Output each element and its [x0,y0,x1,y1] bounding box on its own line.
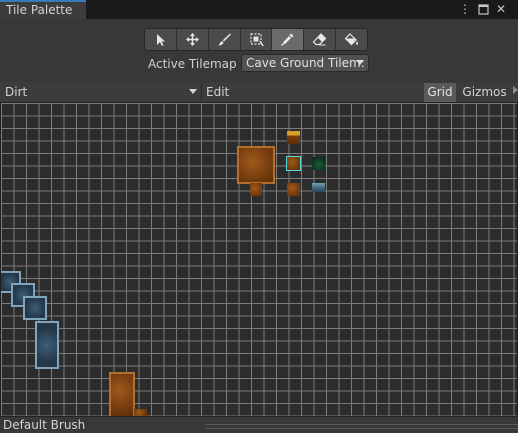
tile-dirt-corner[interactable] [134,409,147,416]
active-tilemap-value: Cave Ground Tilem: [246,56,365,70]
tile-stone[interactable] [312,183,325,192]
active-tilemap-label: Active Tilemap [148,57,237,71]
palette-dropdown-value: Dirt [5,85,28,99]
close-icon[interactable]: ✕ [494,1,508,17]
active-tilemap-dropdown[interactable]: Cave Ground Tilem: [241,54,369,72]
tile-dirt-column[interactable] [109,372,135,416]
brush-icon[interactable] [208,29,241,50]
tab-tile-palette[interactable]: Tile Palette [0,0,86,19]
move-icon[interactable] [176,29,209,50]
chevron-down-icon [356,60,364,65]
resize-handle-line [205,428,518,429]
paint-bucket-icon[interactable] [336,29,367,50]
tile-dirt-large[interactable] [237,146,275,184]
tile-water[interactable] [35,321,59,369]
tile-dirt-selected[interactable] [286,156,301,171]
box-fill-icon[interactable] [240,29,273,50]
tile-moss[interactable] [312,157,325,170]
chevron-right-icon[interactable] [513,86,518,94]
tool-toolbar [144,28,368,51]
gizmos-toggle[interactable]: Gizmos [457,83,512,102]
tile-palette-grid[interactable] [1,103,517,416]
tile-dirt-small[interactable] [287,183,300,196]
palette-dropdown[interactable]: Dirt [2,84,202,101]
tile-water[interactable] [23,296,47,320]
more-vert-icon[interactable]: ⋮ [458,1,472,17]
grid-toggle[interactable]: Grid [424,83,456,102]
eyedropper-icon[interactable] [272,29,305,50]
tile-grass-dirt[interactable] [287,131,300,144]
resize-handle[interactable] [205,424,518,425]
eraser-icon[interactable] [304,29,337,50]
select-arrow-icon[interactable] [145,29,177,50]
chevron-down-icon [189,89,197,94]
maximize-icon[interactable] [476,1,490,17]
edit-button[interactable]: Edit [203,84,231,101]
tile-dirt-stem[interactable] [250,183,262,196]
brush-dropdown[interactable]: Default Brush [3,417,198,433]
